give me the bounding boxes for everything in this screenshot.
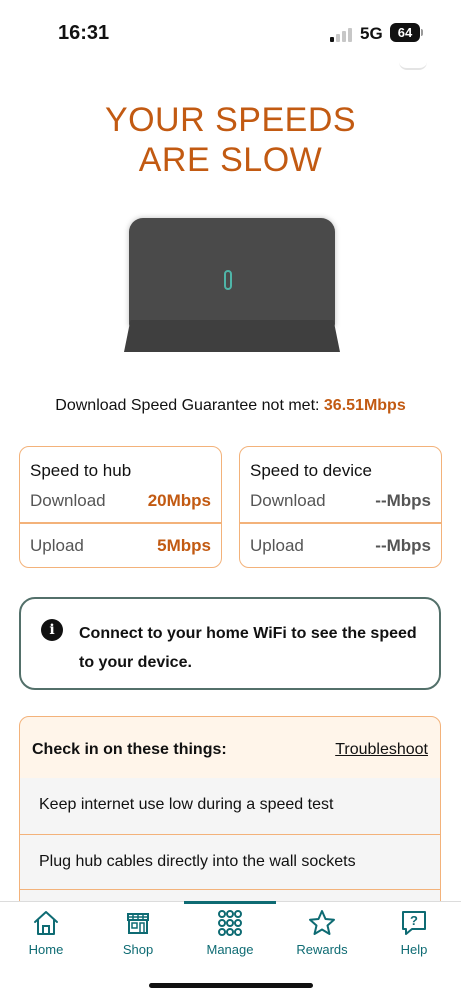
status-time: 16:31 bbox=[58, 22, 110, 44]
tab-manage[interactable]: Manage bbox=[184, 908, 276, 957]
battery-icon: 64 bbox=[390, 23, 420, 42]
guarantee-value: 36.51Mbps bbox=[323, 397, 406, 414]
tab-label: Rewards bbox=[296, 942, 348, 957]
checklist: Keep internet use low during a speed tes… bbox=[20, 778, 440, 915]
page-title-line-1: YOUR SPEEDS bbox=[104, 101, 357, 139]
page-title: YOUR SPEEDS ARE SLOW bbox=[0, 100, 461, 180]
card-title: Speed to hub bbox=[30, 461, 132, 480]
tab-shop[interactable]: Shop bbox=[92, 908, 184, 957]
hub-led bbox=[224, 270, 232, 290]
info-text: Connect to your home WiFi to see the spe… bbox=[79, 625, 417, 671]
info-icon: i bbox=[41, 619, 63, 641]
upload-value: 5Mbps bbox=[157, 536, 211, 555]
divider bbox=[240, 522, 441, 524]
card-title: Speed to device bbox=[250, 461, 372, 480]
status-bar: 16:31 5G 64 bbox=[0, 0, 461, 66]
hub-image bbox=[124, 218, 340, 356]
battery-tip bbox=[421, 29, 423, 36]
speed-to-device-card: Speed to device Download --Mbps Upload -… bbox=[239, 446, 442, 568]
troubleshoot-link[interactable]: Troubleshoot bbox=[335, 741, 428, 759]
tab-rewards[interactable]: Rewards bbox=[276, 908, 368, 957]
tab-label: Home bbox=[28, 942, 64, 957]
list-item[interactable]: Plug hub cables directly into the wall s… bbox=[20, 834, 440, 889]
network-type: 5G bbox=[360, 24, 383, 43]
home-icon bbox=[34, 911, 58, 935]
checklist-title: Check in on these things: bbox=[32, 741, 227, 758]
download-label: Download bbox=[250, 491, 326, 510]
wifi-info-banner: i Connect to your home WiFi to see the s… bbox=[19, 597, 441, 690]
download-value: 20Mbps bbox=[147, 491, 211, 510]
upload-value: --Mbps bbox=[375, 536, 431, 555]
hub-body bbox=[129, 218, 335, 328]
help-icon: ? bbox=[402, 911, 426, 935]
upload-label: Upload bbox=[250, 536, 304, 555]
tab-label: Manage bbox=[206, 942, 254, 957]
home-indicator bbox=[149, 983, 313, 988]
signal-icon bbox=[330, 28, 352, 42]
list-item[interactable]: Keep internet use low during a speed tes… bbox=[20, 778, 440, 834]
download-label: Download bbox=[30, 491, 106, 510]
guarantee-text: Download Speed Guarantee not met: bbox=[55, 397, 324, 414]
tab-home[interactable]: Home bbox=[0, 908, 92, 957]
grid-icon bbox=[218, 910, 242, 936]
guarantee-message: Download Speed Guarantee not met: 36.51M… bbox=[0, 397, 461, 415]
hub-base bbox=[124, 320, 340, 352]
svg-text:?: ? bbox=[410, 913, 418, 928]
page-title-line-2: ARE SLOW bbox=[138, 141, 323, 179]
checklist-card: Check in on these things: Troubleshoot K… bbox=[19, 716, 441, 916]
download-value: --Mbps bbox=[375, 491, 431, 510]
star-icon bbox=[309, 910, 335, 935]
speed-to-hub-card: Speed to hub Download 20Mbps Upload 5Mbp… bbox=[19, 446, 222, 568]
tab-label: Help bbox=[400, 942, 428, 957]
tab-help[interactable]: ? Help bbox=[368, 908, 460, 957]
active-tab-indicator bbox=[184, 901, 276, 904]
upload-label: Upload bbox=[30, 536, 84, 555]
divider bbox=[20, 522, 221, 524]
tab-label: Shop bbox=[122, 942, 154, 957]
sheet-handle bbox=[399, 62, 427, 70]
shop-icon bbox=[127, 913, 149, 934]
